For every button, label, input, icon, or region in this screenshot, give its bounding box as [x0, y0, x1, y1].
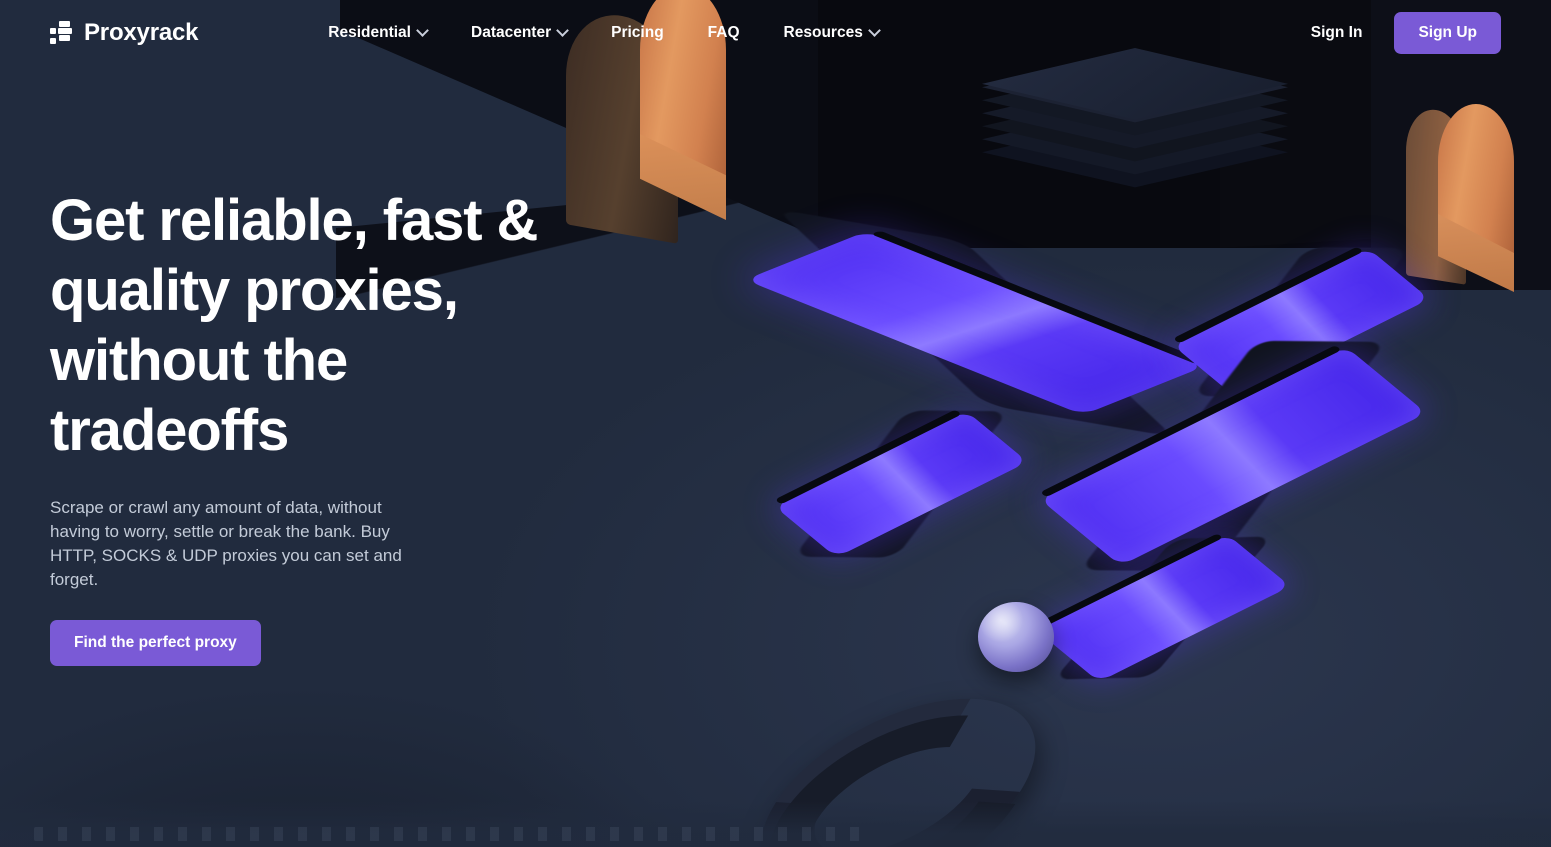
hero-content: Get reliable, fast & quality proxies, wi…	[50, 186, 650, 666]
plate-stack	[982, 48, 1288, 212]
brand-logo[interactable]: Proxyrack	[50, 19, 198, 47]
hero-subtext: Scrape or crawl any amount of data, with…	[50, 498, 402, 589]
nav-label: Residential	[328, 24, 411, 41]
nav-label: Resources	[783, 24, 863, 41]
chevron-down-icon	[416, 23, 429, 37]
nav-label: Pricing	[611, 24, 664, 41]
nav-item-pricing[interactable]: Pricing	[589, 14, 686, 52]
nav-item-resources[interactable]: Resources	[762, 14, 901, 52]
sign-in-link[interactable]: Sign In	[1301, 16, 1373, 50]
nav-label: Datacenter	[471, 24, 552, 41]
brand-name: Proxyrack	[84, 19, 199, 46]
nav-item-faq[interactable]: FAQ	[686, 14, 762, 52]
find-perfect-proxy-button[interactable]: Find the perfect proxy	[50, 620, 261, 666]
sign-up-button[interactable]: Sign Up	[1394, 12, 1501, 54]
main-nav: Residential Datacenter Pricing FAQ Resou…	[306, 14, 901, 52]
orange-arch-right	[1406, 104, 1514, 296]
hero-headline: Get reliable, fast & quality proxies, wi…	[50, 188, 538, 463]
nav-item-residential[interactable]: Residential	[306, 14, 449, 52]
hero-scene: Proxyrack Residential Datacenter Pricing…	[0, 0, 1551, 847]
chevron-down-icon	[867, 23, 881, 37]
partner-logos-ghost	[34, 827, 864, 841]
proxyrack-blocks-icon	[50, 21, 72, 45]
bottom-fade	[0, 801, 1551, 847]
nav-label: FAQ	[707, 24, 740, 41]
header-actions: Sign In Sign Up	[1301, 12, 1501, 54]
site-header: Proxyrack Residential Datacenter Pricing…	[0, 0, 1551, 66]
nav-item-datacenter[interactable]: Datacenter	[449, 14, 589, 52]
chevron-down-icon	[556, 23, 569, 37]
purple-sphere	[978, 602, 1054, 672]
